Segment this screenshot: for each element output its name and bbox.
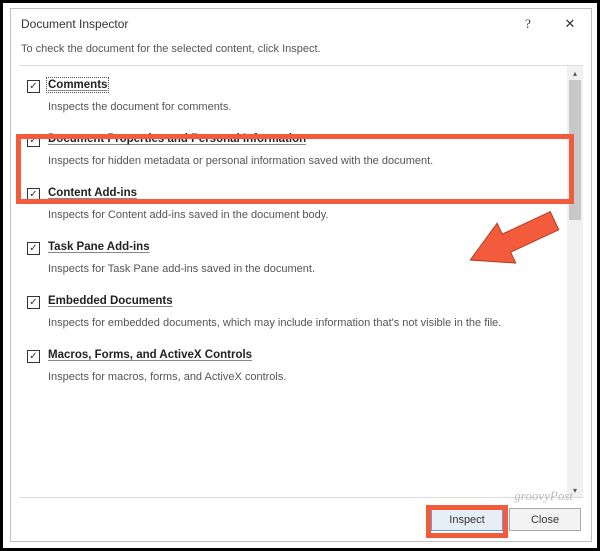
checkbox-comments[interactable]: ✓: [27, 80, 40, 93]
window-close-button[interactable]: ✕: [549, 9, 591, 39]
help-button[interactable]: ?: [507, 9, 549, 39]
checkbox-content-addins[interactable]: ✓: [27, 188, 40, 201]
close-button[interactable]: Close: [509, 508, 581, 531]
item-desc: Inspects for Content add-ins saved in th…: [27, 201, 559, 221]
item-title: Task Pane Add-ins: [48, 241, 150, 253]
titlebar: Document Inspector ? ✕: [11, 9, 591, 39]
item-title: Macros, Forms, and ActiveX Controls: [48, 349, 252, 361]
dialog-button-row: Inspect Close: [11, 498, 591, 541]
window-title: Document Inspector: [21, 17, 507, 31]
item-desc: Inspects for macros, forms, and ActiveX …: [27, 363, 559, 383]
item-title: Comments: [48, 79, 107, 91]
dialog-subtitle: To check the document for the selected c…: [11, 39, 591, 65]
inspector-item-embedded-docs: ✓ Embedded Documents Inspects for embedd…: [19, 285, 567, 339]
inspect-button[interactable]: Inspect: [431, 508, 503, 531]
item-title: Embedded Documents: [48, 295, 173, 307]
scroll-down-icon[interactable]: ▾: [567, 483, 583, 497]
content-area: ✓ Comments Inspects the document for com…: [19, 65, 583, 498]
item-title: Document Properties and Personal Informa…: [48, 133, 306, 145]
inspector-item-doc-properties: ✓ Document Properties and Personal Infor…: [19, 123, 567, 177]
item-desc: Inspects for embedded documents, which m…: [27, 309, 559, 329]
inspector-item-macros: ✓ Macros, Forms, and ActiveX Controls In…: [19, 339, 567, 393]
vertical-scrollbar[interactable]: ▴ ▾: [567, 66, 583, 497]
checkbox-embedded-docs[interactable]: ✓: [27, 296, 40, 309]
scrollbar-thumb[interactable]: [569, 80, 581, 220]
checkbox-doc-properties[interactable]: ✓: [27, 134, 40, 147]
item-desc: Inspects for hidden metadata or personal…: [27, 147, 559, 167]
item-title: Content Add-ins: [48, 187, 137, 199]
inspector-item-taskpane-addins: ✓ Task Pane Add-ins Inspects for Task Pa…: [19, 231, 567, 285]
item-desc: Inspects for Task Pane add-ins saved in …: [27, 255, 559, 275]
checkbox-macros[interactable]: ✓: [27, 350, 40, 363]
document-inspector-dialog: Document Inspector ? ✕ To check the docu…: [10, 8, 592, 542]
inspector-item-comments: ✓ Comments Inspects the document for com…: [19, 69, 567, 123]
scroll-area: ✓ Comments Inspects the document for com…: [19, 66, 567, 497]
item-desc: Inspects the document for comments.: [27, 93, 559, 113]
inspector-item-content-addins: ✓ Content Add-ins Inspects for Content a…: [19, 177, 567, 231]
scroll-up-icon[interactable]: ▴: [567, 66, 583, 80]
checkbox-taskpane-addins[interactable]: ✓: [27, 242, 40, 255]
